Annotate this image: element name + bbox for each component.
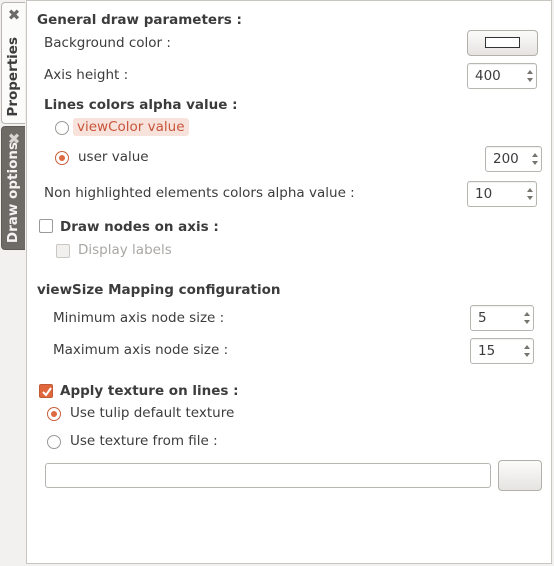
tab-properties-label: Properties: [5, 37, 21, 117]
viewcolor-option-label[interactable]: viewColor value: [73, 118, 189, 136]
non-highlighted-alpha-value: 10: [475, 186, 493, 202]
user-value-radio[interactable]: [55, 151, 69, 165]
browse-button[interactable]: [498, 460, 542, 491]
user-value-option-label[interactable]: user value: [78, 149, 149, 165]
file-texture-label[interactable]: Use texture from file :: [70, 433, 218, 449]
spin-down-icon[interactable]: [527, 196, 533, 200]
spin-up-icon[interactable]: [527, 70, 533, 74]
viewcolor-radio[interactable]: [55, 121, 69, 135]
spin-down-icon[interactable]: [524, 353, 530, 357]
spin-down-icon[interactable]: [532, 161, 538, 165]
viewsize-title: viewSize Mapping configuration: [37, 282, 281, 298]
display-labels-checkbox: [56, 244, 70, 258]
max-node-size-value: 15: [478, 343, 496, 359]
texture-file-input[interactable]: [45, 463, 491, 488]
max-node-size-spinbox[interactable]: 15: [470, 338, 534, 364]
apply-texture-checkbox[interactable]: [39, 384, 53, 398]
general-params-title: General draw parameters :: [37, 12, 242, 28]
file-texture-radio[interactable]: [47, 435, 61, 449]
axis-height-spinbox[interactable]: 400: [467, 63, 537, 89]
axis-height-value: 400: [475, 68, 501, 84]
draw-nodes-checkbox[interactable]: [39, 219, 53, 233]
background-color-label: Background color :: [44, 35, 171, 51]
display-labels-label: Display labels: [78, 242, 172, 258]
tab-draw-options[interactable]: ✖ Draw options: [1, 126, 25, 250]
max-node-size-label: Maximum axis node size :: [53, 342, 229, 358]
default-texture-label[interactable]: Use tulip default texture: [70, 405, 234, 421]
color-swatch: [485, 37, 520, 48]
tab-properties[interactable]: ✖ Properties: [1, 2, 25, 124]
default-texture-radio[interactable]: [47, 407, 61, 421]
spin-up-icon[interactable]: [532, 153, 538, 157]
spin-up-icon[interactable]: [524, 345, 530, 349]
non-highlighted-alpha-spinbox[interactable]: 10: [467, 181, 537, 207]
tab-draw-options-label: Draw options: [5, 141, 21, 243]
draw-nodes-label[interactable]: Draw nodes on axis :: [60, 219, 219, 235]
apply-texture-label[interactable]: Apply texture on lines :: [60, 383, 239, 399]
checkmark-icon: [42, 387, 52, 397]
spin-up-icon[interactable]: [527, 188, 533, 192]
spin-down-icon[interactable]: [527, 78, 533, 82]
non-highlighted-alpha-label: Non highlighted elements colors alpha va…: [44, 185, 355, 201]
background-color-button[interactable]: [467, 30, 538, 56]
tab-column: ✖ Properties ✖ Draw options: [0, 0, 26, 566]
min-node-size-label: Minimum axis node size :: [53, 310, 225, 326]
min-node-size-spinbox[interactable]: 5: [470, 305, 534, 331]
spin-down-icon[interactable]: [524, 320, 530, 324]
spin-up-icon[interactable]: [524, 312, 530, 316]
alpha-title: Lines colors alpha value :: [44, 97, 238, 113]
min-node-size-value: 5: [478, 310, 487, 326]
user-alpha-spinbox[interactable]: 200: [485, 146, 542, 172]
user-alpha-value: 200: [493, 151, 519, 167]
close-icon[interactable]: ✖: [6, 7, 22, 23]
axis-height-label: Axis height :: [44, 67, 129, 83]
